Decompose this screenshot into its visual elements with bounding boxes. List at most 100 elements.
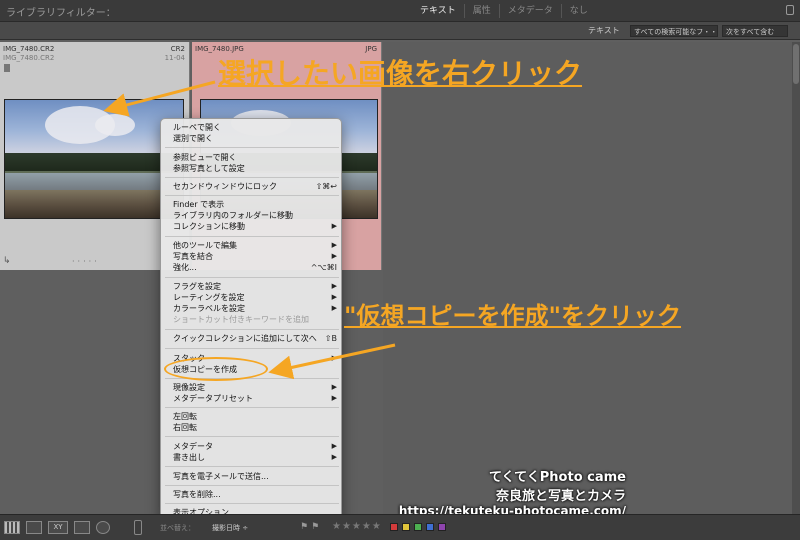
menu-item-set-color-label[interactable]: カラーラベルを設定 ▶: [161, 303, 343, 314]
menu-item-label: フラグを設定: [173, 282, 221, 291]
color-label-green[interactable]: [414, 523, 422, 531]
submenu-arrow-icon: ▶: [331, 354, 337, 362]
menu-item-delete-photo[interactable]: 写真を削除...: [161, 489, 343, 500]
menu-item-export[interactable]: 書き出し ▶: [161, 452, 343, 463]
filter-tabs: テキスト 属性 メタデータ なし: [412, 4, 596, 18]
color-label-yellow[interactable]: [402, 523, 410, 531]
color-label-purple[interactable]: [438, 523, 446, 531]
menu-item-label: レーティングを設定: [173, 293, 245, 302]
lock-icon[interactable]: [786, 5, 794, 15]
submenu-arrow-icon: ▶: [331, 282, 337, 290]
survey-view-icon[interactable]: [74, 521, 90, 534]
tab-text[interactable]: テキスト: [412, 4, 464, 18]
submenu-arrow-icon: ▶: [331, 222, 337, 230]
menu-item-label: クイックコレクションに追加にして次へ: [173, 334, 317, 343]
watermark-line1: てくてくPhoto came: [488, 470, 626, 485]
cell-subext: 11-04: [164, 54, 185, 62]
search-rule-select[interactable]: 次をすべて含む: [722, 25, 788, 37]
menu-separator: [165, 436, 339, 437]
submenu-arrow-icon: ▶: [331, 252, 337, 260]
rating-stars[interactable]: ★★★★★: [332, 521, 382, 532]
tab-metadata[interactable]: メタデータ: [498, 4, 561, 18]
menu-item-label: カラーラベルを設定: [173, 304, 245, 313]
menu-item-set-rating[interactable]: レーティングを設定 ▶: [161, 292, 343, 303]
menu-item-label: 選別で開く: [173, 134, 213, 143]
menu-item-label: ショートカット付きキーワードを追加: [173, 315, 309, 324]
menu-item-label: ライブラリ内のフォルダーに移動: [173, 211, 293, 220]
grid-view-icon[interactable]: [4, 521, 20, 534]
compare-view-button[interactable]: XY: [48, 521, 68, 534]
submenu-arrow-icon: ▶: [331, 383, 337, 391]
cell-filename: IMG_7480.CR2: [3, 45, 55, 53]
highlight-ellipse: [164, 357, 268, 381]
menu-item-go-to-folder[interactable]: ライブラリ内のフォルダーに移動: [161, 210, 343, 221]
bottom-toolbar: XY 並べ替え： 撮影日時 ÷ ⚑⚑ ★★★★★: [0, 514, 800, 540]
color-label-blue[interactable]: [426, 523, 434, 531]
cell-extension: CR2: [170, 45, 185, 53]
menu-item-metadata-preset[interactable]: メタデータプリセット ▶: [161, 393, 343, 404]
menu-item-open-loupe[interactable]: ルーペで開く: [161, 122, 343, 133]
menu-separator: [165, 407, 339, 408]
color-label-red[interactable]: [390, 523, 398, 531]
library-filter-title: ライブラリフィルター：: [6, 8, 116, 19]
menu-item-rotate-left[interactable]: 左回転: [161, 411, 343, 422]
menu-item-label: 書き出し: [173, 453, 205, 462]
menu-item-add-to-quick-collection[interactable]: クイックコレクションに追加にして次へ ⇧B: [161, 333, 343, 344]
grid-scrollbar[interactable]: [792, 42, 800, 514]
text-filter-label: テキスト: [588, 26, 620, 35]
menu-item-set-reference[interactable]: 参照写真として設定: [161, 163, 343, 174]
library-filter-bar: ライブラリフィルター： テキスト 属性 メタデータ なし: [0, 0, 800, 22]
color-label-buttons: [390, 523, 446, 531]
menu-item-label: Finder で表示: [173, 200, 225, 209]
people-view-icon[interactable]: [96, 521, 110, 534]
annotation-step1: 選択したい画像を右クリック: [218, 57, 583, 90]
menu-item-metadata[interactable]: メタデータ ▶: [161, 441, 343, 452]
painter-icon[interactable]: [134, 520, 142, 535]
photo-thumbnail[interactable]: [4, 99, 184, 219]
rotate-icon[interactable]: ↳: [3, 256, 11, 266]
menu-item-label: 参照ビューで開く: [173, 153, 237, 162]
menu-item-set-flag[interactable]: フラグを設定 ▶: [161, 281, 343, 292]
menu-item-email-photo[interactable]: 写真を電子メールで送信...: [161, 471, 343, 482]
submenu-arrow-icon: ▶: [331, 453, 337, 461]
flag-buttons[interactable]: ⚑⚑: [300, 522, 322, 532]
menu-item-develop-settings[interactable]: 現像設定 ▶: [161, 382, 343, 393]
menu-separator: [165, 466, 339, 467]
menu-item-show-in-finder[interactable]: Finder で表示: [161, 199, 343, 210]
menu-shortcut: ⇧B: [324, 334, 337, 343]
menu-item-label: 参照写真として設定: [173, 164, 245, 173]
menu-item-rotate-right[interactable]: 右回転: [161, 422, 343, 433]
annotation-step2: "仮想コピーを作成"をクリック: [344, 302, 682, 330]
menu-item-go-to-collection[interactable]: コレクションに移動 ▶: [161, 221, 343, 232]
menu-separator: [165, 177, 339, 178]
menu-separator: [165, 348, 339, 349]
menu-item-label: コレクションに移動: [173, 222, 245, 231]
menu-item-photo-merge[interactable]: 写真を結合 ▶: [161, 251, 343, 262]
watermark-line2: 奈良旅と写真とカメラ: [495, 489, 626, 504]
menu-item-lock-second-window[interactable]: セカンドウィンドウにロック ⇧⌘↩: [161, 181, 343, 192]
menu-separator: [165, 485, 339, 486]
sort-select[interactable]: 撮影日時 ÷: [212, 523, 248, 533]
tab-none[interactable]: なし: [560, 4, 596, 18]
flag-icon[interactable]: [4, 64, 10, 72]
tab-attribute[interactable]: 属性: [463, 4, 499, 18]
menu-separator: [165, 147, 339, 148]
search-field-select[interactable]: すべての検索可能なフ・・: [630, 25, 718, 37]
menu-item-edit-in[interactable]: 他のツールで編集 ▶: [161, 240, 343, 251]
sort-label: 並べ替え：: [160, 524, 195, 532]
menu-item-label: セカンドウィンドウにロック: [173, 182, 277, 191]
menu-item-label: ルーペで開く: [173, 123, 221, 132]
menu-item-enhance[interactable]: 強化... ^⌥⌘I: [161, 262, 343, 273]
submenu-arrow-icon: ▶: [331, 293, 337, 301]
menu-item-label: メタデータ: [173, 442, 213, 451]
loupe-view-icon[interactable]: [26, 521, 42, 534]
menu-item-open-reference[interactable]: 参照ビューで開く: [161, 152, 343, 163]
rating-dots[interactable]: ·····: [72, 257, 100, 266]
menu-item-open-survey[interactable]: 選別で開く: [161, 133, 343, 144]
menu-separator: [165, 277, 339, 278]
grid-empty-area: [383, 42, 800, 514]
submenu-arrow-icon: ▶: [331, 304, 337, 312]
text-filter-bar: テキスト すべての検索可能なフ・・ 次をすべて含む: [0, 22, 800, 40]
menu-item-add-shortcut-keyword: ショートカット付きキーワードを追加: [161, 314, 343, 325]
scrollbar-thumb[interactable]: [793, 44, 799, 84]
